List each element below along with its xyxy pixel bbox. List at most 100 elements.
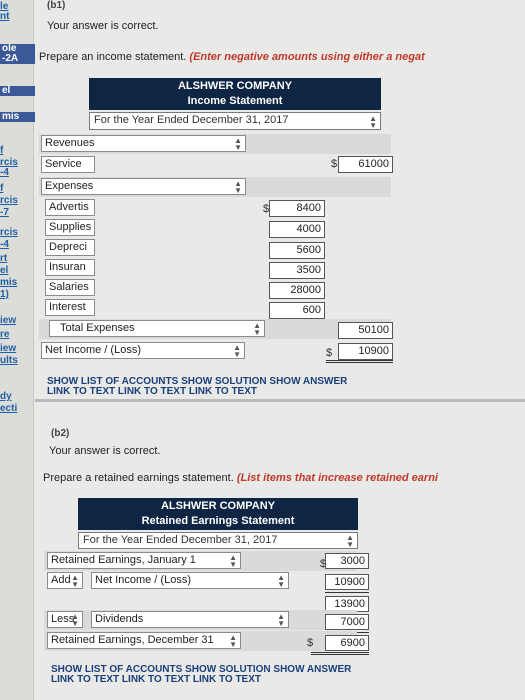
select-arrows-icon: ▲ ▼ bbox=[71, 612, 79, 628]
select-arrows-icon: ▲ ▼ bbox=[277, 612, 285, 628]
expenses-select[interactable]: Expenses ▲ ▼ bbox=[41, 178, 246, 195]
select-arrows-icon: ▲ ▼ bbox=[71, 573, 79, 589]
text-links[interactable]: LINK TO TEXT LINK TO TEXT LINK TO TEXT bbox=[51, 675, 351, 685]
part-label: (b2) bbox=[51, 428, 70, 439]
expense-account-select[interactable]: Advertis bbox=[45, 199, 95, 216]
correct-message: Your answer is correct. bbox=[49, 445, 161, 457]
expense-amount-input[interactable]: 5600 bbox=[269, 242, 325, 259]
select-arrows-icon: ▲ ▼ bbox=[234, 136, 242, 152]
expense-account-select[interactable]: Supplies bbox=[45, 219, 95, 236]
expense-amount-input[interactable]: 28000 bbox=[269, 282, 325, 299]
sidebar: le nt ole -2A el mis f rcis -4 f rcis -7… bbox=[0, 0, 35, 700]
sidebar-item[interactable]: f bbox=[0, 184, 33, 194]
expense-account-select[interactable]: Salaries bbox=[45, 279, 95, 296]
sidebar-item[interactable]: dy bbox=[0, 392, 33, 402]
total-expenses-label: Total Expenses bbox=[60, 322, 135, 334]
net-income-input[interactable]: 10900 bbox=[338, 343, 393, 360]
total-expenses-select[interactable]: Total Expenses ▲ ▼ bbox=[49, 320, 265, 337]
re-jan-label: Retained Earnings, January 1 bbox=[51, 554, 196, 566]
sidebar-item[interactable]: el bbox=[0, 266, 33, 276]
sidebar-item[interactable]: rcis bbox=[0, 228, 33, 238]
re-jan-input[interactable]: 3000 bbox=[325, 553, 369, 569]
statement-header: ALSHWER COMPANY Retained Earnings Statem… bbox=[78, 498, 358, 530]
sidebar-item[interactable]: mis bbox=[0, 112, 35, 122]
instructions: Prepare a retained earnings statement. (… bbox=[43, 472, 438, 484]
currency-symbol: $ bbox=[326, 347, 333, 359]
service-amount-input[interactable]: 61000 bbox=[338, 156, 393, 173]
add-select[interactable]: Add ▲ ▼ bbox=[47, 572, 83, 589]
expense-account-select[interactable]: Insuran bbox=[45, 259, 95, 276]
sidebar-item[interactable]: -2A bbox=[0, 54, 35, 64]
sidebar-item[interactable]: -4 bbox=[0, 168, 33, 178]
main-content: (b1) Your answer is correct. Prepare an … bbox=[35, 0, 525, 700]
net-income-input[interactable]: 10900 bbox=[325, 574, 369, 590]
sidebar-item[interactable]: f bbox=[0, 146, 33, 156]
sidebar-item[interactable]: el bbox=[0, 86, 35, 96]
net-income-select[interactable]: Net Income / (Loss) ▲ ▼ bbox=[41, 342, 245, 359]
instructions: Prepare an income statement. (Enter nega… bbox=[39, 51, 425, 63]
double-underline bbox=[311, 652, 369, 655]
currency-symbol: $ bbox=[331, 158, 338, 170]
revenues-label: Revenues bbox=[45, 137, 95, 149]
sidebar-item[interactable]: 1) bbox=[0, 290, 33, 300]
expense-account-select[interactable]: Depreci bbox=[45, 239, 95, 256]
revenues-select[interactable]: Revenues ▲ ▼ bbox=[41, 135, 246, 152]
instruction-text: Prepare an income statement. bbox=[39, 51, 187, 63]
total-expenses-input[interactable]: 50100 bbox=[338, 322, 393, 339]
select-arrows-icon: ▲ ▼ bbox=[234, 179, 242, 195]
dividends-input[interactable]: 7000 bbox=[325, 614, 369, 630]
expense-amount-input[interactable]: 600 bbox=[269, 302, 325, 319]
sidebar-item[interactable]: rt bbox=[0, 254, 33, 264]
select-arrows-icon: ▲ ▼ bbox=[346, 533, 354, 549]
sidebar-item[interactable]: iew bbox=[0, 316, 33, 326]
company-name: ALSHWER COMPANY bbox=[177, 80, 293, 92]
statement-header: ALSHWER COMPANY Income Statement bbox=[89, 78, 381, 110]
select-arrows-icon: ▲ ▼ bbox=[277, 573, 285, 589]
sidebar-item[interactable]: ults bbox=[0, 356, 33, 366]
net-income-select[interactable]: Net Income / (Loss) ▲ ▼ bbox=[91, 572, 289, 589]
sidebar-item[interactable]: re bbox=[0, 330, 33, 340]
dividends-select[interactable]: Dividends ▲ ▼ bbox=[91, 611, 289, 628]
period-select[interactable]: For the Year Ended December 31, 2017 ▲ ▼ bbox=[89, 112, 381, 130]
text-links[interactable]: LINK TO TEXT LINK TO TEXT LINK TO TEXT bbox=[47, 387, 347, 397]
company-name: ALSHWER COMPANY bbox=[160, 500, 276, 512]
section-divider bbox=[35, 399, 525, 402]
instruction-text: Prepare a retained earnings statement. bbox=[43, 472, 234, 484]
sidebar-item[interactable]: rcis bbox=[0, 196, 33, 206]
net-income-label: Net Income / (Loss) bbox=[45, 344, 141, 356]
sidebar-item[interactable]: iew bbox=[0, 344, 33, 354]
double-underline bbox=[326, 360, 393, 363]
expense-account-select[interactable]: Interest bbox=[45, 299, 95, 316]
sidebar-item[interactable]: ecti bbox=[0, 404, 33, 414]
select-arrows-icon: ▲ ▼ bbox=[253, 321, 261, 337]
dividends-label: Dividends bbox=[95, 613, 144, 625]
period-select[interactable]: For the Year Ended December 31, 2017 ▲ ▼ bbox=[78, 532, 358, 549]
period-text: For the Year Ended December 31, 2017 bbox=[83, 534, 278, 546]
sidebar-item[interactable]: mis bbox=[0, 278, 33, 288]
select-arrows-icon: ▲ ▼ bbox=[229, 633, 237, 649]
subtotal-rule bbox=[325, 592, 369, 593]
b2-links: SHOW LIST OF ACCOUNTS SHOW SOLUTION SHOW… bbox=[51, 665, 351, 685]
re-dec-select[interactable]: Retained Earnings, December 31 ▲ ▼ bbox=[47, 632, 241, 649]
instruction-note: (List items that increase retained earni bbox=[236, 472, 438, 484]
sidebar-item[interactable]: nt bbox=[0, 12, 33, 22]
period-text: For the Year Ended December 31, 2017 bbox=[94, 114, 289, 126]
expenses-label: Expenses bbox=[45, 180, 94, 192]
net-income-label: Net Income / (Loss) bbox=[95, 574, 191, 586]
expense-amount-input[interactable]: 8400 bbox=[269, 200, 325, 217]
re-jan-select[interactable]: Retained Earnings, January 1 ▲ ▼ bbox=[47, 552, 241, 569]
sidebar-item[interactable]: -4 bbox=[0, 240, 33, 250]
re-dec-label: Retained Earnings, December 31 bbox=[51, 634, 214, 646]
statement-title: Income Statement bbox=[187, 95, 283, 107]
instruction-note: (Enter negative amounts using either a n… bbox=[189, 51, 425, 63]
statement-title: Retained Earnings Statement bbox=[141, 515, 295, 527]
expense-amount-input[interactable]: 3500 bbox=[269, 262, 325, 279]
b1-links: SHOW LIST OF ACCOUNTS SHOW SOLUTION SHOW… bbox=[47, 377, 347, 397]
currency-symbol: $ bbox=[307, 637, 314, 649]
service-select[interactable]: Service bbox=[41, 156, 95, 173]
service-label: Service bbox=[45, 158, 82, 170]
less-select[interactable]: Less ▲ ▼ bbox=[47, 611, 83, 628]
expense-amount-input[interactable]: 4000 bbox=[269, 221, 325, 238]
sidebar-item[interactable]: -7 bbox=[0, 208, 33, 218]
re-dec-input[interactable]: 6900 bbox=[325, 635, 369, 651]
